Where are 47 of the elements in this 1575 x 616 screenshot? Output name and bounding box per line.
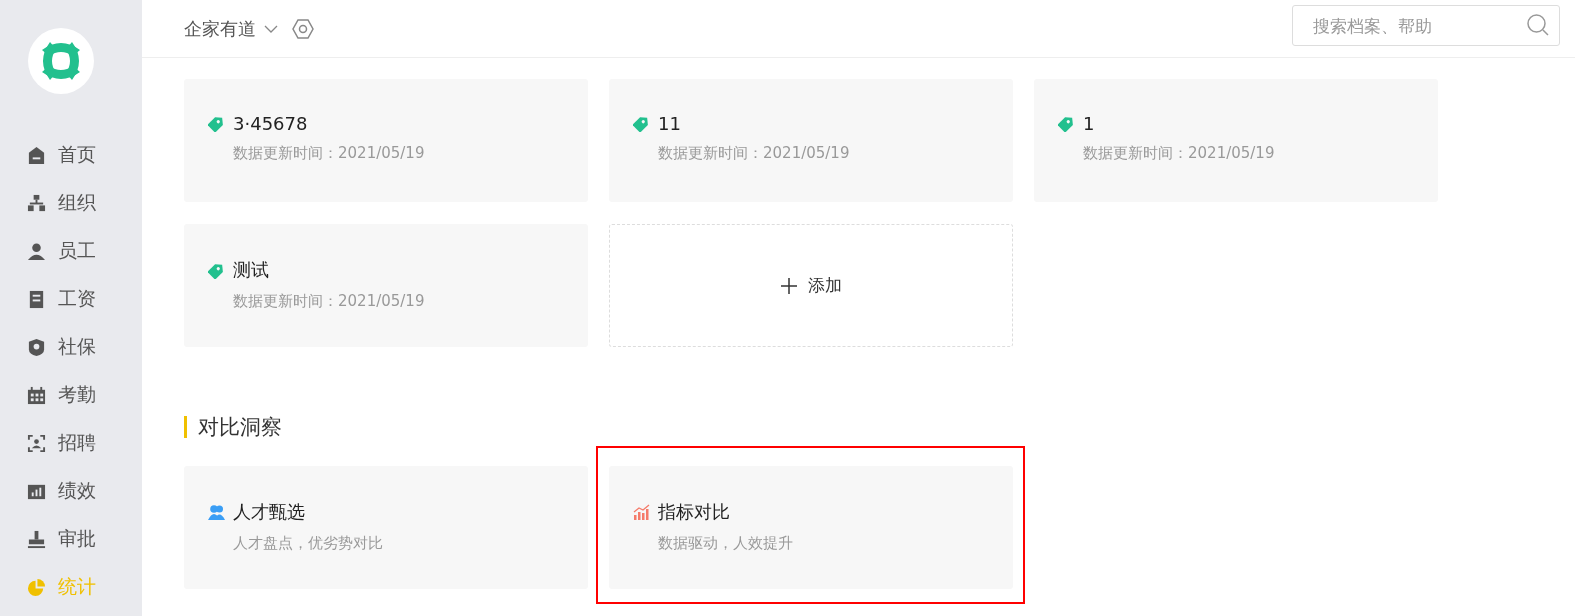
card-background[interactable]: 指标对比 数据驱动，人效提升: [609, 466, 1013, 589]
people-icon: [208, 503, 225, 521]
card-subtitle: 数据更新时间：2021/05/19: [232, 144, 426, 163]
pie-chart-icon: [27, 577, 46, 597]
chevron-down-icon: [264, 23, 278, 34]
card-background[interactable]: 11 数据更新时间：2021/05/19: [609, 79, 1013, 202]
nav-item[interactable]: 首页: [0, 141, 96, 169]
nav-item[interactable]: 审批: [0, 525, 96, 553]
scan-person-icon: [27, 433, 46, 453]
stamp-icon: [27, 529, 46, 549]
card-title: 11: [658, 113, 681, 134]
nav-item[interactable]: 社保: [0, 333, 96, 361]
card-background[interactable]: 3·45678 数据更新时间：2021/05/19: [184, 79, 588, 202]
hexagon-icon: [292, 18, 314, 39]
card-title: 3·45678: [233, 113, 308, 134]
nav-item[interactable]: 组织: [0, 189, 96, 217]
nav-item[interactable]: 考勤: [0, 381, 96, 409]
card-title: 人才甄选: [233, 500, 305, 524]
card-subtitle: 人才盘点，优劣势对比: [232, 534, 384, 553]
card-subtitle: 数据更新时间：2021/05/19: [657, 144, 851, 163]
calendar-icon: [27, 385, 46, 405]
nav-item[interactable]: 员工: [0, 237, 96, 265]
logo-icon: [28, 28, 94, 94]
card-background[interactable]: 测试 数据更新时间：2021/05/19: [184, 224, 588, 347]
search-icon: [1526, 13, 1550, 37]
card-title: 1: [1083, 113, 1095, 134]
section-title: 对比洞察: [184, 416, 282, 438]
company-name[interactable]: 企家有道: [184, 16, 256, 41]
nav-item[interactable]: 工资: [0, 285, 96, 313]
org-chart-icon: [27, 193, 46, 213]
card-title: 测试: [233, 258, 269, 282]
card-title: 指标对比: [658, 500, 730, 524]
home-icon: [27, 145, 46, 165]
add-button[interactable]: 添加: [609, 224, 1013, 347]
document-icon: [27, 289, 46, 309]
card-background[interactable]: 人才甄选 人才盘点，优劣势对比: [184, 466, 588, 589]
growth-chart-icon: [633, 503, 650, 521]
card-subtitle: 数据更新时间：2021/05/19: [232, 292, 426, 311]
shield-icon: [27, 337, 46, 357]
card-subtitle: 数据驱动，人效提升: [657, 534, 794, 553]
plus-icon: [780, 276, 798, 295]
nav-item[interactable]: 招聘: [0, 429, 96, 457]
person-icon: [27, 241, 46, 261]
card-background[interactable]: 1 数据更新时间：2021/05/19: [1034, 79, 1438, 202]
search-field[interactable]: 搜索档案、帮助: [1292, 5, 1560, 46]
nav-item[interactable]: 绩效: [0, 477, 96, 505]
card-subtitle: 数据更新时间：2021/05/19: [1082, 144, 1276, 163]
